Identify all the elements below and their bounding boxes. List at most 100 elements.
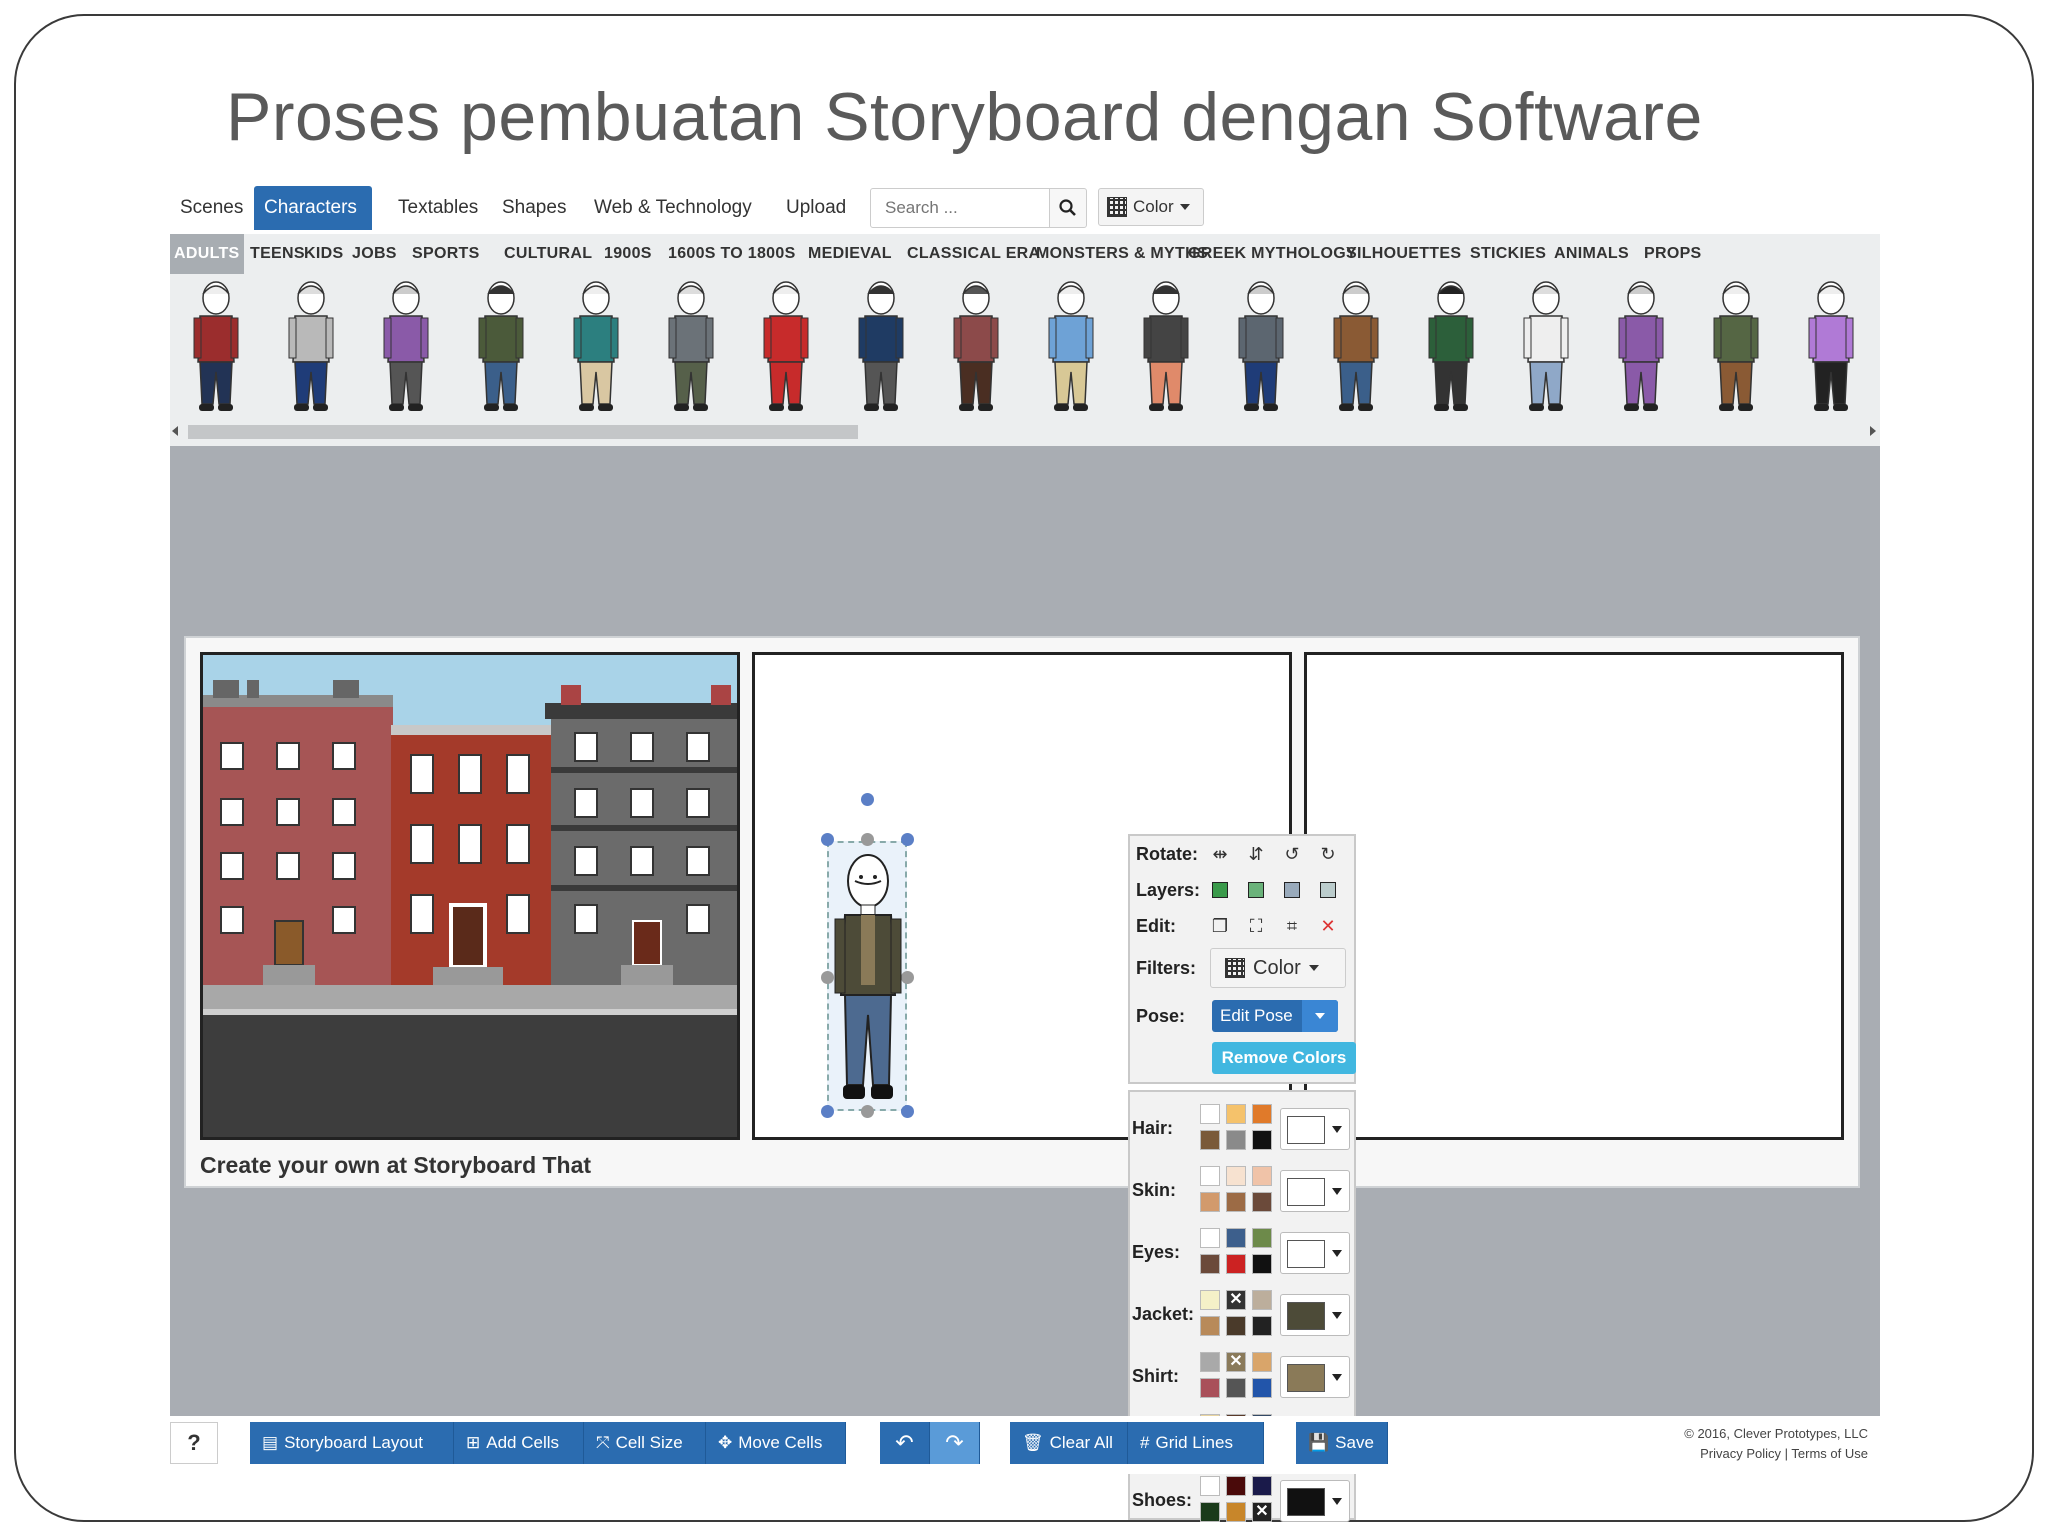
category-kids[interactable]: KIDS <box>300 234 347 274</box>
edit-pose-button[interactable]: Edit Pose <box>1212 1000 1338 1032</box>
color-swatch[interactable] <box>1252 1316 1272 1336</box>
category-sports[interactable]: SPORTS <box>408 234 484 274</box>
color-picker-dropdown[interactable] <box>1280 1294 1350 1336</box>
grid-lines-button[interactable]: # Grid Lines <box>1128 1422 1264 1464</box>
color-swatch[interactable] <box>1200 1192 1220 1212</box>
rotate-left-icon[interactable]: ↺ <box>1280 842 1304 866</box>
color-swatch[interactable] <box>1200 1316 1220 1336</box>
character-thumbnail[interactable] <box>186 276 246 416</box>
color-swatch[interactable] <box>1226 1104 1246 1124</box>
character-thumbnail[interactable] <box>1326 276 1386 416</box>
add-cells-button[interactable]: ⊞ Add Cells <box>454 1422 584 1464</box>
color-swatch[interactable] <box>1252 1290 1272 1310</box>
category-stickies[interactable]: STICKIES <box>1466 234 1550 274</box>
color-swatch[interactable] <box>1226 1254 1246 1274</box>
category-animals[interactable]: ANIMALS <box>1550 234 1633 274</box>
character-thumbnail[interactable] <box>946 276 1006 416</box>
color-swatch[interactable] <box>1226 1502 1246 1522</box>
color-picker-dropdown[interactable] <box>1280 1356 1350 1398</box>
terms-of-use-link[interactable]: Terms of Use <box>1791 1446 1868 1461</box>
character-thumbnail[interactable] <box>471 276 531 416</box>
storyboard-cell-1[interactable] <box>200 652 740 1140</box>
color-swatch[interactable] <box>1252 1166 1272 1186</box>
character-thumbnail[interactable] <box>661 276 721 416</box>
flip-horizontal-icon[interactable]: ⇹ <box>1208 842 1232 866</box>
crop-icon[interactable]: ⌗ <box>1280 914 1304 938</box>
bring-to-front-icon[interactable] <box>1208 878 1232 902</box>
color-swatch[interactable] <box>1252 1378 1272 1398</box>
color-picker-dropdown[interactable] <box>1280 1170 1350 1212</box>
category-props[interactable]: PROPS <box>1640 234 1706 274</box>
character-thumbnail[interactable] <box>1706 276 1766 416</box>
send-backward-icon[interactable] <box>1280 878 1304 902</box>
privacy-policy-link[interactable]: Privacy Policy <box>1700 1446 1781 1461</box>
category-silhouettes[interactable]: SILHOUETTES <box>1342 234 1465 274</box>
character-thumbnail[interactable] <box>1516 276 1576 416</box>
color-swatch[interactable] <box>1226 1316 1246 1336</box>
color-swatch[interactable] <box>1252 1352 1272 1372</box>
character-thumbnail[interactable] <box>1136 276 1196 416</box>
clear-all-button[interactable]: 🗑 Clear All <box>1010 1422 1128 1464</box>
filters-dropdown[interactable]: Color <box>1210 948 1346 988</box>
color-swatch[interactable] <box>1252 1476 1272 1496</box>
scroll-left-icon[interactable] <box>172 426 178 436</box>
color-swatch[interactable]: ✕ <box>1226 1352 1246 1372</box>
color-swatch[interactable] <box>1200 1254 1220 1274</box>
color-swatch[interactable] <box>1252 1228 1272 1248</box>
character-thumbnail[interactable] <box>1611 276 1671 416</box>
color-swatch[interactable] <box>1200 1476 1220 1496</box>
scroll-thumb[interactable] <box>188 425 858 439</box>
library-scrollbar[interactable] <box>170 422 1880 442</box>
send-to-back-icon[interactable] <box>1316 878 1340 902</box>
undo-button[interactable]: ↶ <box>880 1422 930 1464</box>
storyboard-cell-3[interactable] <box>1304 652 1844 1140</box>
color-swatch[interactable] <box>1200 1352 1220 1372</box>
character-thumbnail[interactable] <box>566 276 626 416</box>
search-input[interactable] <box>870 188 1050 228</box>
character-thumbnail[interactable] <box>281 276 341 416</box>
color-swatch[interactable] <box>1226 1228 1246 1248</box>
color-picker-dropdown[interactable] <box>1280 1480 1350 1522</box>
copy-icon[interactable]: ❐ <box>1208 914 1232 938</box>
color-picker-dropdown[interactable] <box>1280 1232 1350 1274</box>
category-medieval[interactable]: MEDIEVAL <box>804 234 896 274</box>
character-thumbnail[interactable] <box>376 276 436 416</box>
search-button[interactable] <box>1049 188 1087 228</box>
tab-textables[interactable]: Textables <box>388 186 488 230</box>
color-swatch[interactable] <box>1226 1378 1246 1398</box>
color-swatch[interactable] <box>1226 1166 1246 1186</box>
selected-character[interactable] <box>833 845 903 1107</box>
save-button[interactable]: 💾 Save <box>1296 1422 1388 1464</box>
character-thumbnail[interactable] <box>851 276 911 416</box>
color-swatch[interactable] <box>1226 1130 1246 1150</box>
redo-button[interactable]: ↷ <box>930 1422 980 1464</box>
color-swatch[interactable] <box>1252 1254 1272 1274</box>
category-cultural[interactable]: CULTURAL <box>500 234 596 274</box>
color-swatch[interactable]: ✕ <box>1252 1502 1272 1522</box>
color-swatch[interactable] <box>1200 1166 1220 1186</box>
color-swatch[interactable] <box>1200 1378 1220 1398</box>
delete-icon[interactable]: ✕ <box>1316 914 1340 938</box>
character-thumbnail[interactable] <box>1801 276 1861 416</box>
tab-web-technology[interactable]: Web & Technology <box>584 186 762 230</box>
color-swatch[interactable] <box>1200 1130 1220 1150</box>
remove-colors-button[interactable]: Remove Colors <box>1212 1042 1356 1074</box>
color-swatch[interactable] <box>1252 1130 1272 1150</box>
color-swatch[interactable] <box>1200 1290 1220 1310</box>
color-picker-dropdown[interactable] <box>1280 1108 1350 1150</box>
tab-shapes[interactable]: Shapes <box>492 186 576 230</box>
cell-size-button[interactable]: ⤧ Cell Size <box>584 1422 706 1464</box>
color-swatch[interactable] <box>1200 1104 1220 1124</box>
tab-scenes[interactable]: Scenes <box>170 186 253 230</box>
color-filter-button[interactable]: Color <box>1098 188 1204 226</box>
character-thumbnail[interactable] <box>756 276 816 416</box>
color-swatch[interactable] <box>1226 1476 1246 1496</box>
category-1900s[interactable]: 1900S <box>600 234 656 274</box>
fullscreen-icon[interactable]: ⛶ <box>1244 914 1268 938</box>
tab-upload[interactable]: Upload <box>776 186 856 230</box>
character-thumbnail[interactable] <box>1421 276 1481 416</box>
color-swatch[interactable] <box>1252 1104 1272 1124</box>
color-swatch[interactable] <box>1200 1502 1220 1522</box>
rotate-right-icon[interactable]: ↻ <box>1316 842 1340 866</box>
help-button[interactable]: ? <box>170 1422 218 1464</box>
